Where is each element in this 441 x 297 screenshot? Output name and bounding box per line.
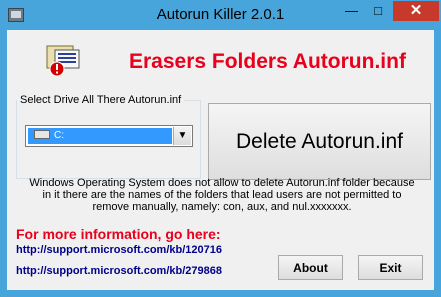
hard-drive-icon [34, 129, 50, 139]
drive-select-value: C: [28, 128, 172, 144]
drive-group-label: Select Drive All There Autorun.inf [17, 94, 185, 106]
delete-autorun-button[interactable]: Delete Autorun.inf [208, 103, 431, 180]
title-bar[interactable]: Autorun Killer 2.0.1 — □ ✕ [0, 0, 441, 30]
close-button[interactable]: ✕ [393, 1, 439, 21]
notice-line-1: Windows Operating System does not allow … [29, 177, 415, 189]
notice-line-3: remove manually, namely: con, aux, and n… [92, 201, 352, 213]
support-link-120716[interactable]: http://support.microsoft.com/kb/120716 [16, 244, 222, 256]
drive-select-text: C: [54, 130, 64, 141]
about-button[interactable]: About [278, 255, 343, 280]
app-headline: Erasers Folders Autorun.inf [129, 50, 406, 73]
client-area: Erasers Folders Autorun.inf Select Drive… [7, 30, 434, 290]
drive-select[interactable]: C: ▼ [25, 125, 193, 147]
info-heading: For more information, go here: [16, 226, 221, 242]
chevron-down-icon[interactable]: ▼ [173, 127, 191, 145]
minimize-button[interactable]: — [338, 1, 365, 21]
exit-button[interactable]: Exit [358, 255, 423, 280]
app-window: Autorun Killer 2.0.1 — □ ✕ Erasers Folde… [0, 0, 441, 297]
support-link-279868[interactable]: http://support.microsoft.com/kb/279868 [16, 265, 222, 277]
maximize-button[interactable]: □ [365, 1, 391, 21]
notice-line-2: in it there are the names of the folders… [42, 189, 402, 201]
folder-warning-icon [46, 45, 80, 77]
notice-text: Windows Operating System does not allow … [27, 177, 417, 213]
